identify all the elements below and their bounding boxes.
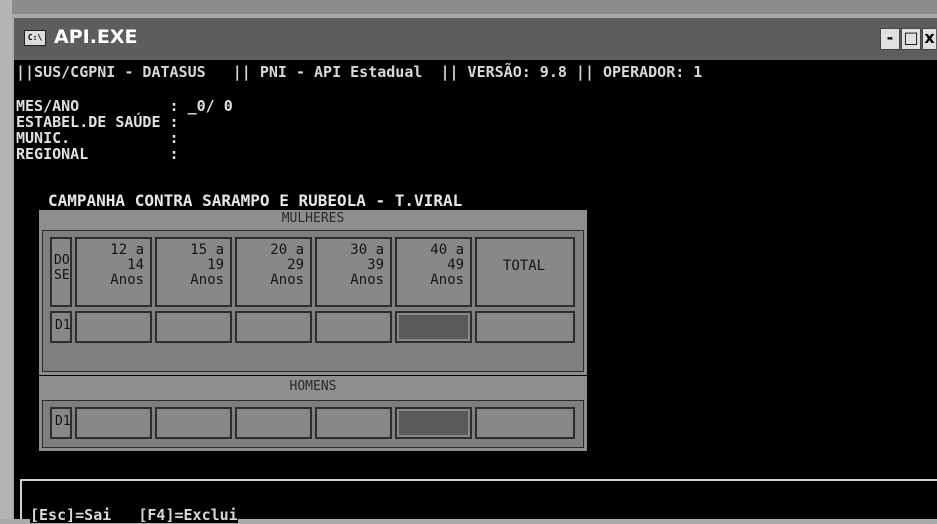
- women-d1-30-39-input[interactable]: [315, 311, 392, 343]
- col-header-total: TOTAL: [475, 237, 575, 307]
- system-header: ||SUS/CGPNI - DATASUS || PNI - API Estad…: [16, 63, 703, 81]
- col-header-12-14: 12 a 14 Anos: [75, 237, 152, 307]
- console-window: C:\ API.EXE - □ x ||SUS/CGPNI - DATASUS …: [14, 18, 937, 523]
- field-municipio: MUNIC. :: [16, 130, 179, 146]
- maximize-button[interactable]: □: [901, 28, 921, 50]
- men-d1-col2-input[interactable]: [155, 407, 232, 439]
- women-panel-title: MULHERES: [281, 211, 345, 226]
- col-header-30-39: 30 a 39 Anos: [315, 237, 392, 307]
- men-d1-col4-input[interactable]: [315, 407, 392, 439]
- men-table: D1: [42, 400, 584, 448]
- col-header-20-29: 20 a 29 Anos: [235, 237, 312, 307]
- women-panel: MULHERES DO SE 12 a 14 Anos 15 a 19 Anos…: [39, 210, 587, 375]
- women-table: DO SE 12 a 14 Anos 15 a 19 Anos 20 a 29 …: [42, 230, 584, 372]
- function-key-hints: [Esc]=Sai [F4]=Exclui: [30, 506, 238, 524]
- men-panel-title: HOMENS: [289, 379, 337, 394]
- men-d1-col1-input[interactable]: [75, 407, 152, 439]
- women-row-label: D1: [50, 311, 72, 343]
- women-d1-total: [475, 311, 575, 343]
- disabled-fill: [399, 411, 468, 435]
- window-title: API.EXE: [54, 26, 138, 48]
- mes-ano-input[interactable]: _0/ 0: [188, 97, 233, 115]
- women-d1-15-19-input[interactable]: [155, 311, 232, 343]
- women-d1-20-29-input[interactable]: [235, 311, 312, 343]
- disabled-fill: [399, 315, 468, 339]
- console-app-icon: C:\: [24, 30, 46, 46]
- men-panel: HOMENS D1: [39, 376, 587, 451]
- title-bar[interactable]: C:\ API.EXE - □ x: [14, 18, 937, 60]
- men-d1-col5-input[interactable]: [395, 407, 472, 439]
- field-label: REGIONAL :: [16, 145, 179, 163]
- close-button[interactable]: x: [922, 28, 936, 50]
- women-d1-40-49-input[interactable]: [395, 311, 472, 343]
- console-area: ||SUS/CGPNI - DATASUS || PNI - API Estad…: [14, 60, 937, 523]
- field-regional: REGIONAL :: [16, 146, 179, 162]
- minimize-button[interactable]: -: [880, 28, 900, 50]
- campaign-title: CAMPANHA CONTRA SARAMPO E RUBEOLA - T.VI…: [48, 191, 463, 210]
- col-header-15-19: 15 a 19 Anos: [155, 237, 232, 307]
- desktop-top-strip: [0, 0, 937, 14]
- field-estabelecimento: ESTABEL.DE SAÚDE :: [16, 114, 179, 130]
- dose-header: DO SE: [50, 237, 72, 307]
- men-row-label: D1: [50, 407, 72, 439]
- women-d1-12-14-input[interactable]: [75, 311, 152, 343]
- field-mes-ano: MES/ANO : _0/ 0: [16, 98, 233, 114]
- col-header-40-49: 40 a 49 Anos: [395, 237, 472, 307]
- men-d1-col3-input[interactable]: [235, 407, 312, 439]
- desktop-left-edge: [0, 0, 12, 519]
- men-d1-total: [475, 407, 575, 439]
